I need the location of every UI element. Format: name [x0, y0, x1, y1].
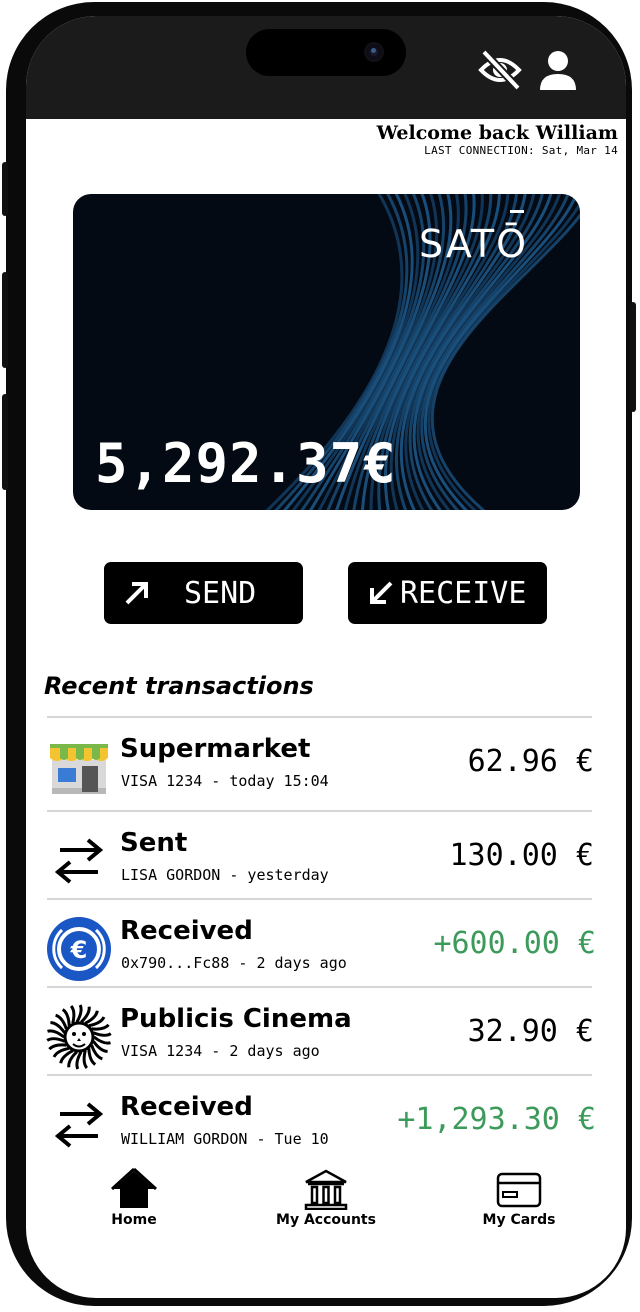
transaction-subtitle: VISA 1234 - today 15:04: [121, 772, 329, 790]
mute-switch: [2, 162, 8, 216]
lion-mane-ray: [46, 1037, 66, 1043]
volume-up-button: [2, 272, 8, 368]
store-icon: [50, 744, 108, 794]
card-brand: SATŌ: [419, 222, 528, 266]
top-bar: [26, 16, 626, 119]
divider: [47, 1074, 592, 1076]
transaction-amount: 32.90 €: [467, 1014, 594, 1049]
power-button: [630, 302, 636, 412]
transaction-row[interactable]: Sent LISA GORDON - yesterday 130.00 €: [26, 818, 626, 904]
camera: [366, 44, 382, 60]
divider: [47, 810, 592, 812]
lion-mane-ray: [69, 1005, 76, 1024]
volume-down-button: [2, 394, 8, 490]
send-label: SEND: [184, 575, 257, 611]
transaction-row[interactable]: € Received 0x790...Fc88 - 2 days ago +60…: [26, 906, 626, 992]
brand-macron: [510, 210, 524, 213]
transaction-title: Supermarket: [120, 734, 311, 764]
transaction-title: Publicis Cinema: [120, 1004, 352, 1034]
bank-icon: [304, 1169, 348, 1210]
card-icon: [496, 1172, 542, 1208]
arrow-up-right-icon: [125, 582, 148, 605]
transaction-row[interactable]: Supermarket VISA 1234 - today 15:04 62.9…: [26, 724, 626, 810]
transaction-amount: 130.00 €: [449, 838, 595, 873]
lion-mane-ray: [82, 1050, 89, 1069]
nav-my-accounts[interactable]: My Accounts: [270, 1168, 382, 1228]
svg-text:€: €: [70, 936, 88, 964]
transaction-subtitle: WILLIAM GORDON - Tue 10: [121, 1130, 329, 1148]
nav-my-cards-label: My Cards: [482, 1212, 556, 1228]
divider: [47, 986, 592, 988]
transaction-amount: +600.00 €: [433, 926, 596, 961]
transaction-title: Sent: [120, 828, 188, 858]
lion-logo-icon: [46, 1004, 112, 1070]
welcome-title: Welcome back William: [376, 122, 618, 144]
lion-mane-ray: [92, 1031, 112, 1037]
nav-my-cards[interactable]: My Cards: [474, 1168, 564, 1228]
last-connection: LAST CONNECTION: Sat, Mar 14: [424, 144, 618, 157]
send-button[interactable]: SEND: [104, 562, 303, 624]
lion-mane-ray: [75, 1004, 83, 1023]
divider: [47, 716, 592, 718]
transaction-subtitle: VISA 1234 - 2 days ago: [121, 1042, 320, 1060]
recent-transactions-title: Recent transactions: [44, 672, 314, 700]
lion-mane-ray: [75, 1051, 83, 1070]
phone-frame: Welcome back William LAST CONNECTION: Sa…: [2, 2, 636, 1306]
dynamic-island: [246, 29, 406, 76]
transaction-title: Received: [120, 916, 253, 946]
balance-amount: 5,292.37€: [95, 432, 397, 495]
transaction-amount: +1,293.30 €: [397, 1102, 596, 1137]
transaction-amount: 62.96 €: [467, 744, 594, 779]
transfer-icon: [54, 838, 104, 884]
home-icon: [111, 1168, 157, 1208]
balance-card[interactable]: SATŌ 5,292.37€: [73, 194, 580, 510]
lion-mane-ray: [93, 1035, 111, 1045]
receive-label: RECEIVE: [400, 575, 527, 611]
transaction-row[interactable]: Publicis Cinema VISA 1234 - 2 days ago 3…: [26, 994, 626, 1080]
screen: Welcome back William LAST CONNECTION: Sa…: [26, 16, 626, 1298]
transaction-subtitle: LISA GORDON - yesterday: [121, 866, 329, 884]
receive-button[interactable]: RECEIVE: [348, 562, 547, 624]
transaction-subtitle: 0x790...Fc88 - 2 days ago: [121, 954, 347, 972]
divider: [47, 898, 592, 900]
transaction-title: Received: [120, 1092, 253, 1122]
arrow-down-left-icon: [370, 581, 393, 604]
lion-mane-ray: [47, 1029, 65, 1039]
transaction-row[interactable]: Received WILLIAM GORDON - Tue 10 +1,293.…: [26, 1082, 626, 1168]
transfer-icon: [54, 1102, 104, 1148]
nav-home[interactable]: Home: [94, 1168, 174, 1228]
euro-coin-icon: €: [47, 917, 111, 981]
eye-off-icon[interactable]: [478, 48, 522, 92]
welcome-block: Welcome back William LAST CONNECTION: Sa…: [377, 122, 618, 157]
nav-home-label: Home: [111, 1212, 157, 1228]
user-icon[interactable]: [536, 48, 580, 92]
nav-my-accounts-label: My Accounts: [276, 1212, 376, 1228]
